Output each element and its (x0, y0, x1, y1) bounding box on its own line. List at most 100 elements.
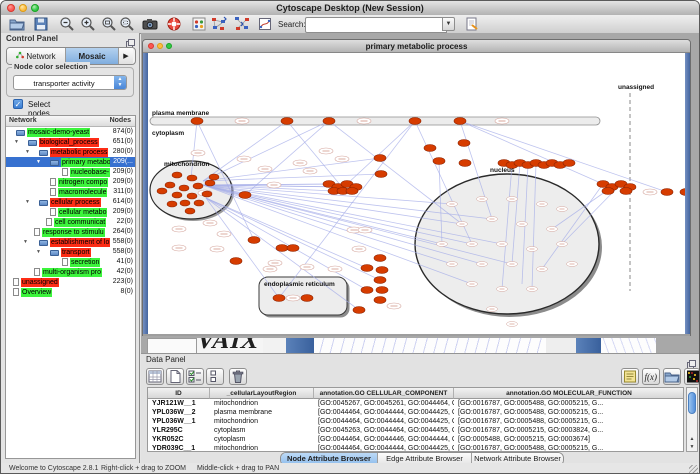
gene-node[interactable] (361, 265, 373, 272)
tree-row-macromolecule[interactable]: macromolecule311(0) (6, 187, 135, 197)
select-all-attributes-icon[interactable] (186, 368, 204, 385)
save-icon[interactable] (33, 16, 49, 32)
gene-node[interactable] (281, 118, 293, 125)
table-cell[interactable]: [GO:0044464, GO:0044444, GO:0044425, G..… (314, 417, 454, 426)
column-header-2[interactable]: annotation.GO CELLULAR_COMPONENT (314, 388, 454, 399)
table-cell[interactable]: YLR295C (148, 426, 210, 435)
expand-arrow-icon[interactable]: ▼ (36, 247, 41, 257)
tree-row-unassigned[interactable]: unassigned223(0) (6, 277, 135, 287)
gene-node[interactable] (276, 245, 288, 252)
gene-node[interactable] (458, 140, 470, 147)
gene-node[interactable] (680, 189, 685, 196)
column-header-0[interactable]: ID (148, 388, 210, 399)
scroll-down-icon[interactable]: ▼ (687, 443, 697, 451)
search-dropdown-button[interactable]: ▼ (442, 17, 455, 31)
table-cell[interactable]: [GO:0045267, GO:0045261, GO:0044464, G..… (314, 399, 454, 408)
gene-node[interactable] (323, 118, 335, 125)
gene-node[interactable] (179, 185, 189, 191)
edge[interactable] (460, 121, 603, 184)
network-canvas[interactable]: plasma membranecytoplasmmitochondrionnuc… (148, 53, 685, 334)
edge[interactable] (329, 121, 462, 224)
gene-node[interactable] (374, 277, 386, 284)
expand-arrow-icon[interactable]: ▼ (23, 237, 28, 247)
table-cell[interactable]: mitochondrion (210, 399, 314, 408)
layout-network-1-icon[interactable] (211, 16, 227, 32)
gene-node[interactable] (361, 287, 373, 294)
tree-row-metabolic-process[interactable]: ▼metabolic process280(0) (6, 147, 135, 157)
table-cell[interactable]: [GO:0044464, GO:0044444, GO:0044425, G..… (314, 408, 454, 417)
gene-node[interactable] (187, 175, 197, 181)
table-cell[interactable]: plasma membrane (210, 408, 314, 417)
background-window-5[interactable] (601, 338, 656, 353)
gene-node[interactable] (172, 192, 182, 198)
table-cell[interactable]: YPL036W__1 (148, 417, 210, 426)
select-attributes-icon[interactable] (146, 368, 164, 385)
table-cell[interactable]: [GO:0044464, GO:0044446, GO:0044444, G..… (314, 435, 454, 444)
network-view-frame[interactable]: primary metabolic process plasma membran… (142, 39, 691, 336)
table-cell[interactable]: YJR121W__1 (148, 399, 210, 408)
gene-node[interactable] (409, 118, 421, 125)
gene-node[interactable] (187, 193, 197, 199)
tree-row-transport[interactable]: ▼transport558(0) (6, 247, 135, 257)
gene-node[interactable] (202, 191, 212, 197)
zoom-in-icon[interactable] (80, 16, 96, 32)
gene-node[interactable] (191, 118, 203, 125)
layout-network-2-icon[interactable] (234, 16, 250, 32)
gene-node[interactable] (287, 245, 299, 252)
background-window-1[interactable] (147, 338, 197, 353)
plasma-membrane-bar[interactable] (150, 117, 600, 125)
table-cell[interactable]: cytoplasm (210, 435, 314, 444)
table-cell[interactable]: YPL036W__2 (148, 408, 210, 417)
table-cell[interactable]: [GO:0016787, GO:0005488, GO:0005215, G..… (454, 417, 684, 426)
gene-node[interactable] (301, 295, 313, 302)
tree-row-cellular-metabo[interactable]: cellular metabo209(0) (6, 207, 135, 217)
vizmapper-icon[interactable] (257, 16, 273, 32)
tree-row-cellular-process[interactable]: ▼cellular process614(0) (6, 197, 135, 207)
gene-node[interactable] (374, 255, 386, 262)
gene-node[interactable] (230, 258, 242, 265)
tree-row-overview[interactable]: Overview8(0) (6, 287, 135, 297)
background-window-zoomed-labels[interactable]: VAIXW (197, 338, 263, 353)
zoom-out-icon[interactable] (59, 16, 75, 32)
tree-row-secretion[interactable]: secretion41(0) (6, 257, 135, 267)
background-window-3[interactable] (314, 338, 546, 353)
table-cell[interactable]: [GO:0016787, GO:0005215, GO:0003824, G..… (454, 426, 684, 435)
attribute-table[interactable]: ID_cellularLayoutRegionannotation.GO CEL… (147, 387, 684, 452)
gene-node[interactable] (433, 158, 445, 165)
table-cell[interactable]: cytoplasm (210, 426, 314, 435)
table-cell[interactable]: [GO:0016787, GO:0005488, GO:0005215, G..… (454, 444, 684, 452)
expand-arrow-icon[interactable]: ▼ (36, 157, 41, 167)
gene-node[interactable] (193, 183, 203, 189)
gene-node[interactable] (273, 295, 285, 302)
quick-find-config-icon[interactable] (464, 16, 480, 32)
resize-grip[interactable] (689, 465, 698, 474)
gene-node[interactable] (209, 174, 219, 180)
select-nodes-checkbox[interactable]: ✓ (13, 99, 23, 109)
gene-node[interactable] (376, 287, 388, 294)
gene-node[interactable] (620, 188, 632, 195)
gene-node[interactable] (661, 189, 673, 196)
column-header-3[interactable]: annotation.GO MOLECULAR_FUNCTION (454, 388, 684, 399)
float-data-panel-icon[interactable] (687, 356, 696, 365)
tree-row-biological-process[interactable]: ▼biological_process651(0) (6, 137, 135, 147)
gene-node[interactable] (375, 171, 387, 178)
background-window-2[interactable] (263, 338, 286, 353)
tree-row-cell-communicat[interactable]: cell communicat22(0) (6, 217, 135, 227)
gene-node[interactable] (205, 180, 215, 186)
scroll-up-icon[interactable]: ▲ (687, 435, 697, 443)
gene-node[interactable] (424, 145, 436, 152)
heatmap-view-icon[interactable] (684, 368, 700, 385)
gene-node[interactable] (172, 172, 182, 178)
table-cell[interactable]: YKR052C (148, 435, 210, 444)
attribute-matrix-icon[interactable] (621, 368, 639, 385)
table-cell[interactable]: [GO:0016787, GO:0005488, GO:0005215, G..… (454, 399, 684, 408)
gene-node[interactable] (167, 201, 177, 207)
scrollbar-thumb[interactable] (688, 392, 696, 414)
tree-row-nucleobase-[interactable]: nucleobase-209(0) (6, 167, 135, 177)
gene-node[interactable] (459, 160, 471, 167)
tree-row-response-to-stimulu[interactable]: response to stimulu264(0) (6, 227, 135, 237)
float-panel-icon[interactable] (126, 35, 135, 44)
table-cell[interactable]: [GO:0044464, GO:0044444, GO:0044425, G..… (314, 444, 454, 452)
zoom-fit-icon[interactable] (101, 16, 117, 32)
gene-node[interactable] (376, 267, 388, 274)
